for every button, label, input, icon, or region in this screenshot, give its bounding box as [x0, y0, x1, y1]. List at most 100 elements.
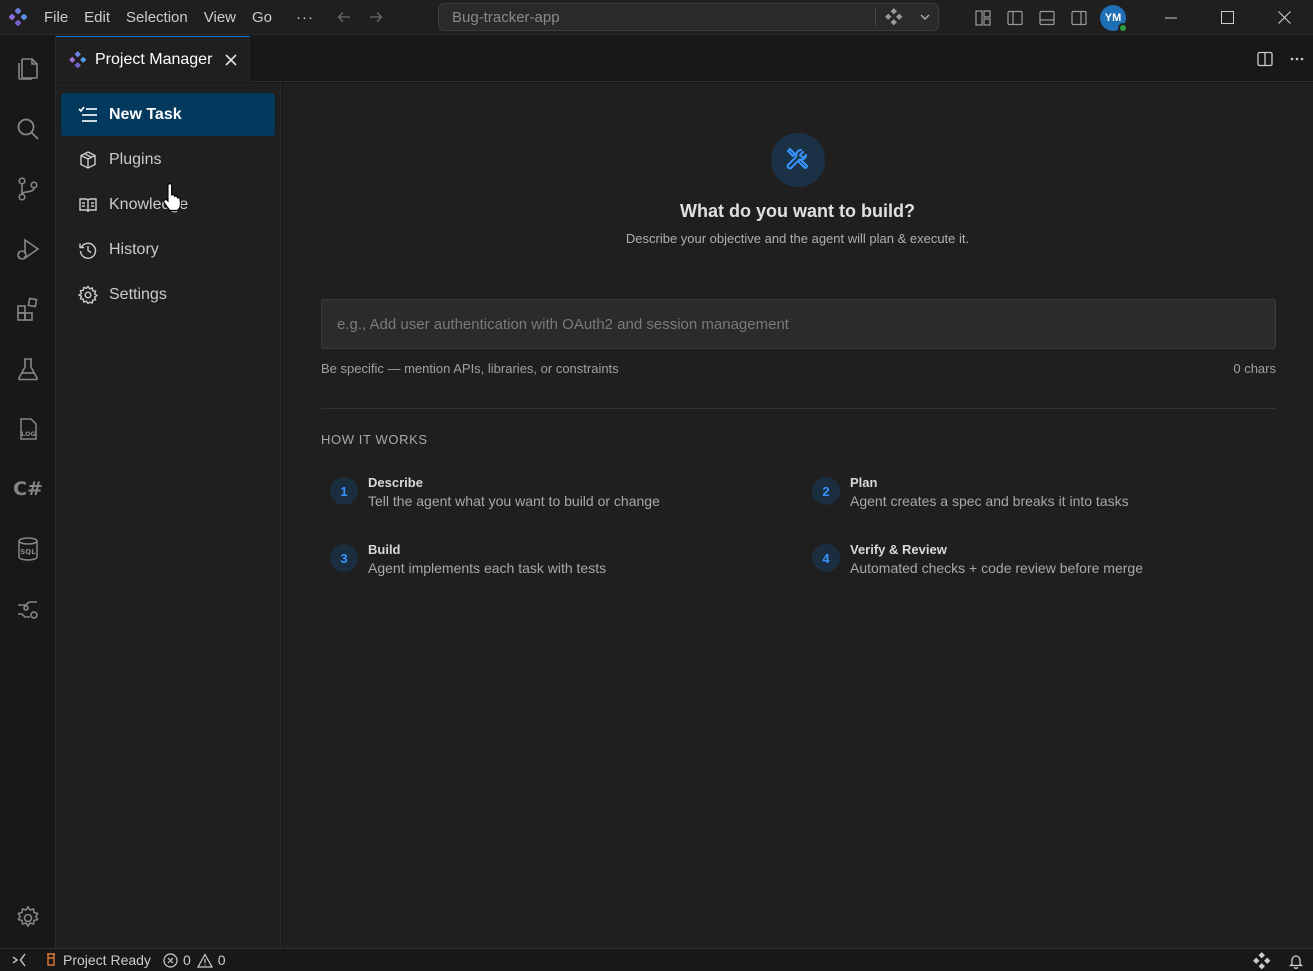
app-logo-icon[interactable] — [0, 0, 36, 35]
avatar-initials: YM — [1104, 11, 1122, 24]
sidebar-item-label: Knowledge — [109, 195, 189, 213]
step-description: Agent creates a spec and breaks it into … — [850, 493, 1129, 509]
step-title: Describe — [368, 475, 423, 490]
customize-layout-icon[interactable] — [967, 0, 999, 35]
notifications-bell-icon[interactable] — [1279, 949, 1313, 971]
warning-count: 0 — [217, 952, 226, 968]
run-debug-icon[interactable] — [0, 225, 56, 273]
section-divider — [321, 408, 1276, 409]
maximize-icon[interactable] — [1199, 0, 1256, 35]
step-number: 3 — [330, 544, 358, 572]
input-hint: Be specific — mention APIs, libraries, o… — [321, 361, 619, 376]
search-icon[interactable] — [0, 105, 56, 153]
editor-tab-bar: Project Manager — [56, 36, 1313, 82]
account-avatar[interactable]: YM — [1100, 4, 1128, 33]
step-number: 1 — [330, 477, 358, 505]
project-status[interactable]: Project Ready — [38, 949, 157, 971]
step-plan: 2 Plan Agent creates a spec and breaks i… — [812, 475, 1232, 515]
explorer-icon[interactable] — [0, 44, 56, 92]
step-number: 4 — [812, 544, 840, 572]
step-description: Automated checks + code review before me… — [850, 560, 1143, 576]
sidebar-item-history[interactable]: History — [61, 228, 275, 271]
new-task-icon — [77, 104, 99, 126]
step-title: Build — [368, 542, 401, 557]
close-tab-icon[interactable] — [223, 52, 239, 68]
menu-view[interactable]: View — [196, 0, 244, 35]
online-status-dot — [1118, 22, 1128, 33]
step-title: Verify & Review — [850, 542, 947, 557]
error-icon — [163, 952, 178, 968]
workflow-icon[interactable] — [0, 585, 56, 633]
step-description: Tell the agent what you want to build or… — [368, 493, 660, 509]
sidebar-item-new-task[interactable]: New Task — [61, 93, 275, 136]
sidebar-item-label: History — [109, 240, 159, 258]
title-bar: File Edit Selection View Go ··· Bug-trac… — [0, 0, 1313, 35]
new-task-panel: What do you want to build? Describe your… — [282, 83, 1313, 948]
svg-text:SQL: SQL — [20, 548, 36, 556]
step-number: 2 — [812, 477, 840, 505]
testing-flask-icon[interactable] — [0, 345, 56, 393]
toggle-panel-icon[interactable] — [1031, 0, 1063, 35]
history-icon — [77, 239, 99, 261]
remote-icon[interactable] — [0, 949, 38, 971]
sidebar-item-plugins[interactable]: Plugins — [61, 138, 275, 181]
beaker-icon — [47, 953, 55, 966]
task-objective-input[interactable] — [321, 299, 1276, 349]
step-description: Agent implements each task with tests — [368, 560, 607, 576]
status-bar: Project Ready 0 0 — [0, 948, 1313, 971]
step-build: 3 Build Agent implements each task with … — [330, 542, 750, 582]
toggle-primary-sidebar-icon[interactable] — [999, 0, 1031, 35]
sidebar-item-settings[interactable]: Settings — [61, 273, 275, 316]
source-control-icon[interactable] — [0, 165, 56, 213]
page-subtitle: Describe your objective and the agent wi… — [625, 231, 970, 246]
menu-file[interactable]: File — [36, 0, 76, 35]
more-actions-icon[interactable] — [1281, 36, 1313, 82]
minimize-icon[interactable] — [1142, 0, 1199, 35]
status-bar-right — [1245, 949, 1313, 971]
command-center-search[interactable]: Bug-tracker-app — [438, 3, 939, 31]
step-title: Plan — [850, 475, 878, 490]
book-icon — [77, 194, 99, 216]
menu-edit[interactable]: Edit — [76, 0, 118, 35]
log-file-icon[interactable]: LOG — [0, 405, 56, 453]
manage-gear-icon[interactable] — [0, 894, 56, 942]
tab-project-manager[interactable]: Project Manager — [56, 36, 250, 82]
csharp-icon[interactable]: C# — [0, 465, 56, 513]
gear-icon — [77, 284, 99, 306]
svg-text:LOG: LOG — [21, 430, 36, 438]
back-arrow-icon[interactable] — [328, 0, 360, 35]
step-verify-review: 4 Verify & Review Automated checks + cod… — [812, 542, 1232, 582]
project-manager-sidebar: New Task Plugins Knowledge History Setti… — [56, 83, 281, 948]
chevron-down-icon[interactable] — [912, 11, 938, 23]
how-it-works-heading: HOW IT WORKS — [321, 432, 428, 447]
error-count: 0 — [182, 952, 191, 968]
project-status-label: Project Ready — [63, 952, 151, 968]
sidebar-item-knowledge[interactable]: Knowledge — [61, 183, 275, 226]
package-icon — [77, 149, 99, 171]
split-editor-icon[interactable] — [1249, 36, 1281, 82]
forward-arrow-icon[interactable] — [360, 0, 392, 35]
sidebar-item-label: New Task — [109, 105, 182, 123]
database-sql-icon[interactable]: SQL — [0, 525, 56, 573]
menu-go[interactable]: Go — [244, 0, 280, 35]
char-count: 0 chars — [1233, 361, 1276, 376]
sidebar-item-label: Plugins — [109, 150, 162, 168]
agent-icon[interactable] — [876, 8, 912, 26]
problems-indicator[interactable]: 0 0 — [157, 949, 232, 971]
tools-icon — [771, 133, 825, 187]
sidebar-item-label: Settings — [109, 285, 167, 303]
page-title: What do you want to build? — [680, 201, 915, 221]
tab-actions — [1249, 36, 1313, 82]
activity-bar: LOG C# SQL — [0, 36, 56, 948]
extensions-icon[interactable] — [0, 285, 56, 333]
command-center-label: Bug-tracker-app — [452, 8, 560, 26]
agent-status-icon[interactable] — [1245, 949, 1279, 971]
close-window-icon[interactable] — [1256, 0, 1313, 35]
toggle-secondary-sidebar-icon[interactable] — [1063, 0, 1095, 35]
titlebar-right-controls: YM — [967, 0, 1313, 35]
project-manager-icon — [69, 50, 87, 69]
step-describe: 1 Describe Tell the agent what you want … — [330, 475, 750, 515]
menu-more-button[interactable]: ··· — [280, 9, 328, 26]
menu-selection[interactable]: Selection — [118, 0, 196, 35]
warning-icon — [196, 952, 213, 968]
